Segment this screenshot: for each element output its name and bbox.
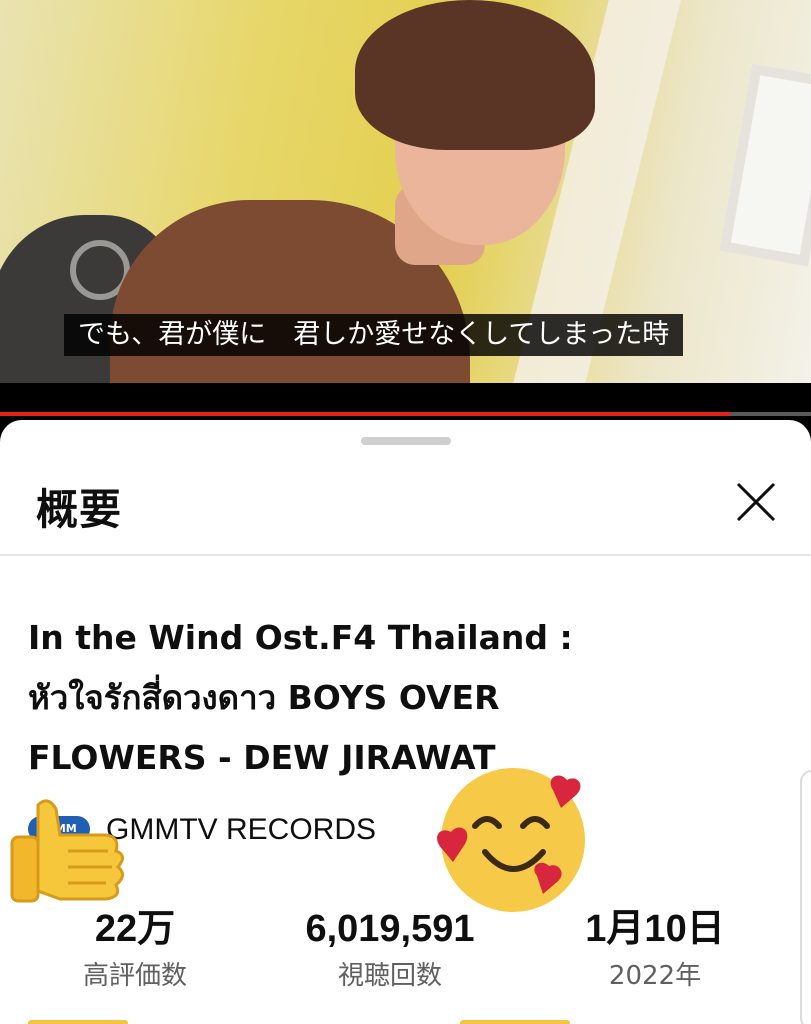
stat-views-label: 視聴回数 [337, 961, 442, 991]
sheet-heading: 概要 [36, 485, 123, 534]
video-title-line: หัวใจรักสี่ดวงดาว BOYS OVER [28, 678, 500, 717]
stat-likes-label: 高評価数 [82, 961, 187, 991]
description-sheet: 概要 In the Wind Ost.F4 Thailand : หัวใจรั… [0, 420, 811, 1024]
stat-views: 6,019,591 視聴回数 [290, 904, 490, 998]
video-letterbox [0, 383, 811, 415]
sheet-divider [0, 554, 811, 556]
video-progress-bar[interactable] [0, 412, 811, 416]
video-frame-window [719, 63, 811, 267]
adjacent-panel-edge [800, 770, 811, 1024]
stat-date: 1月10日 2022年 [570, 904, 740, 998]
stat-date-value: 1月10日 [585, 908, 725, 950]
smiling-face-with-hearts-icon [437, 768, 585, 912]
bottom-content-peek [460, 1020, 570, 1024]
video-player[interactable]: でも、君が僕に 君しか愛せなくしてしまった時 [0, 0, 811, 415]
video-subtitle: でも、君が僕に 君しか愛せなくしてしまった時 [64, 314, 684, 356]
close-icon [736, 482, 776, 522]
video-frame-hair [355, 0, 595, 150]
sheet-drag-handle[interactable] [361, 437, 451, 445]
video-title-line: In the Wind Ost.F4 Thailand : [28, 618, 573, 657]
thumbs-up-icon [10, 799, 124, 903]
close-button[interactable] [730, 476, 782, 528]
bottom-content-peek [28, 1020, 128, 1024]
channel-name[interactable]: GMMTV RECORDS [106, 808, 376, 852]
video-title: In the Wind Ost.F4 Thailand : หัวใจรักสี… [28, 608, 668, 788]
stat-date-label: 2022年 [608, 961, 702, 991]
video-progress-fill [0, 412, 730, 416]
